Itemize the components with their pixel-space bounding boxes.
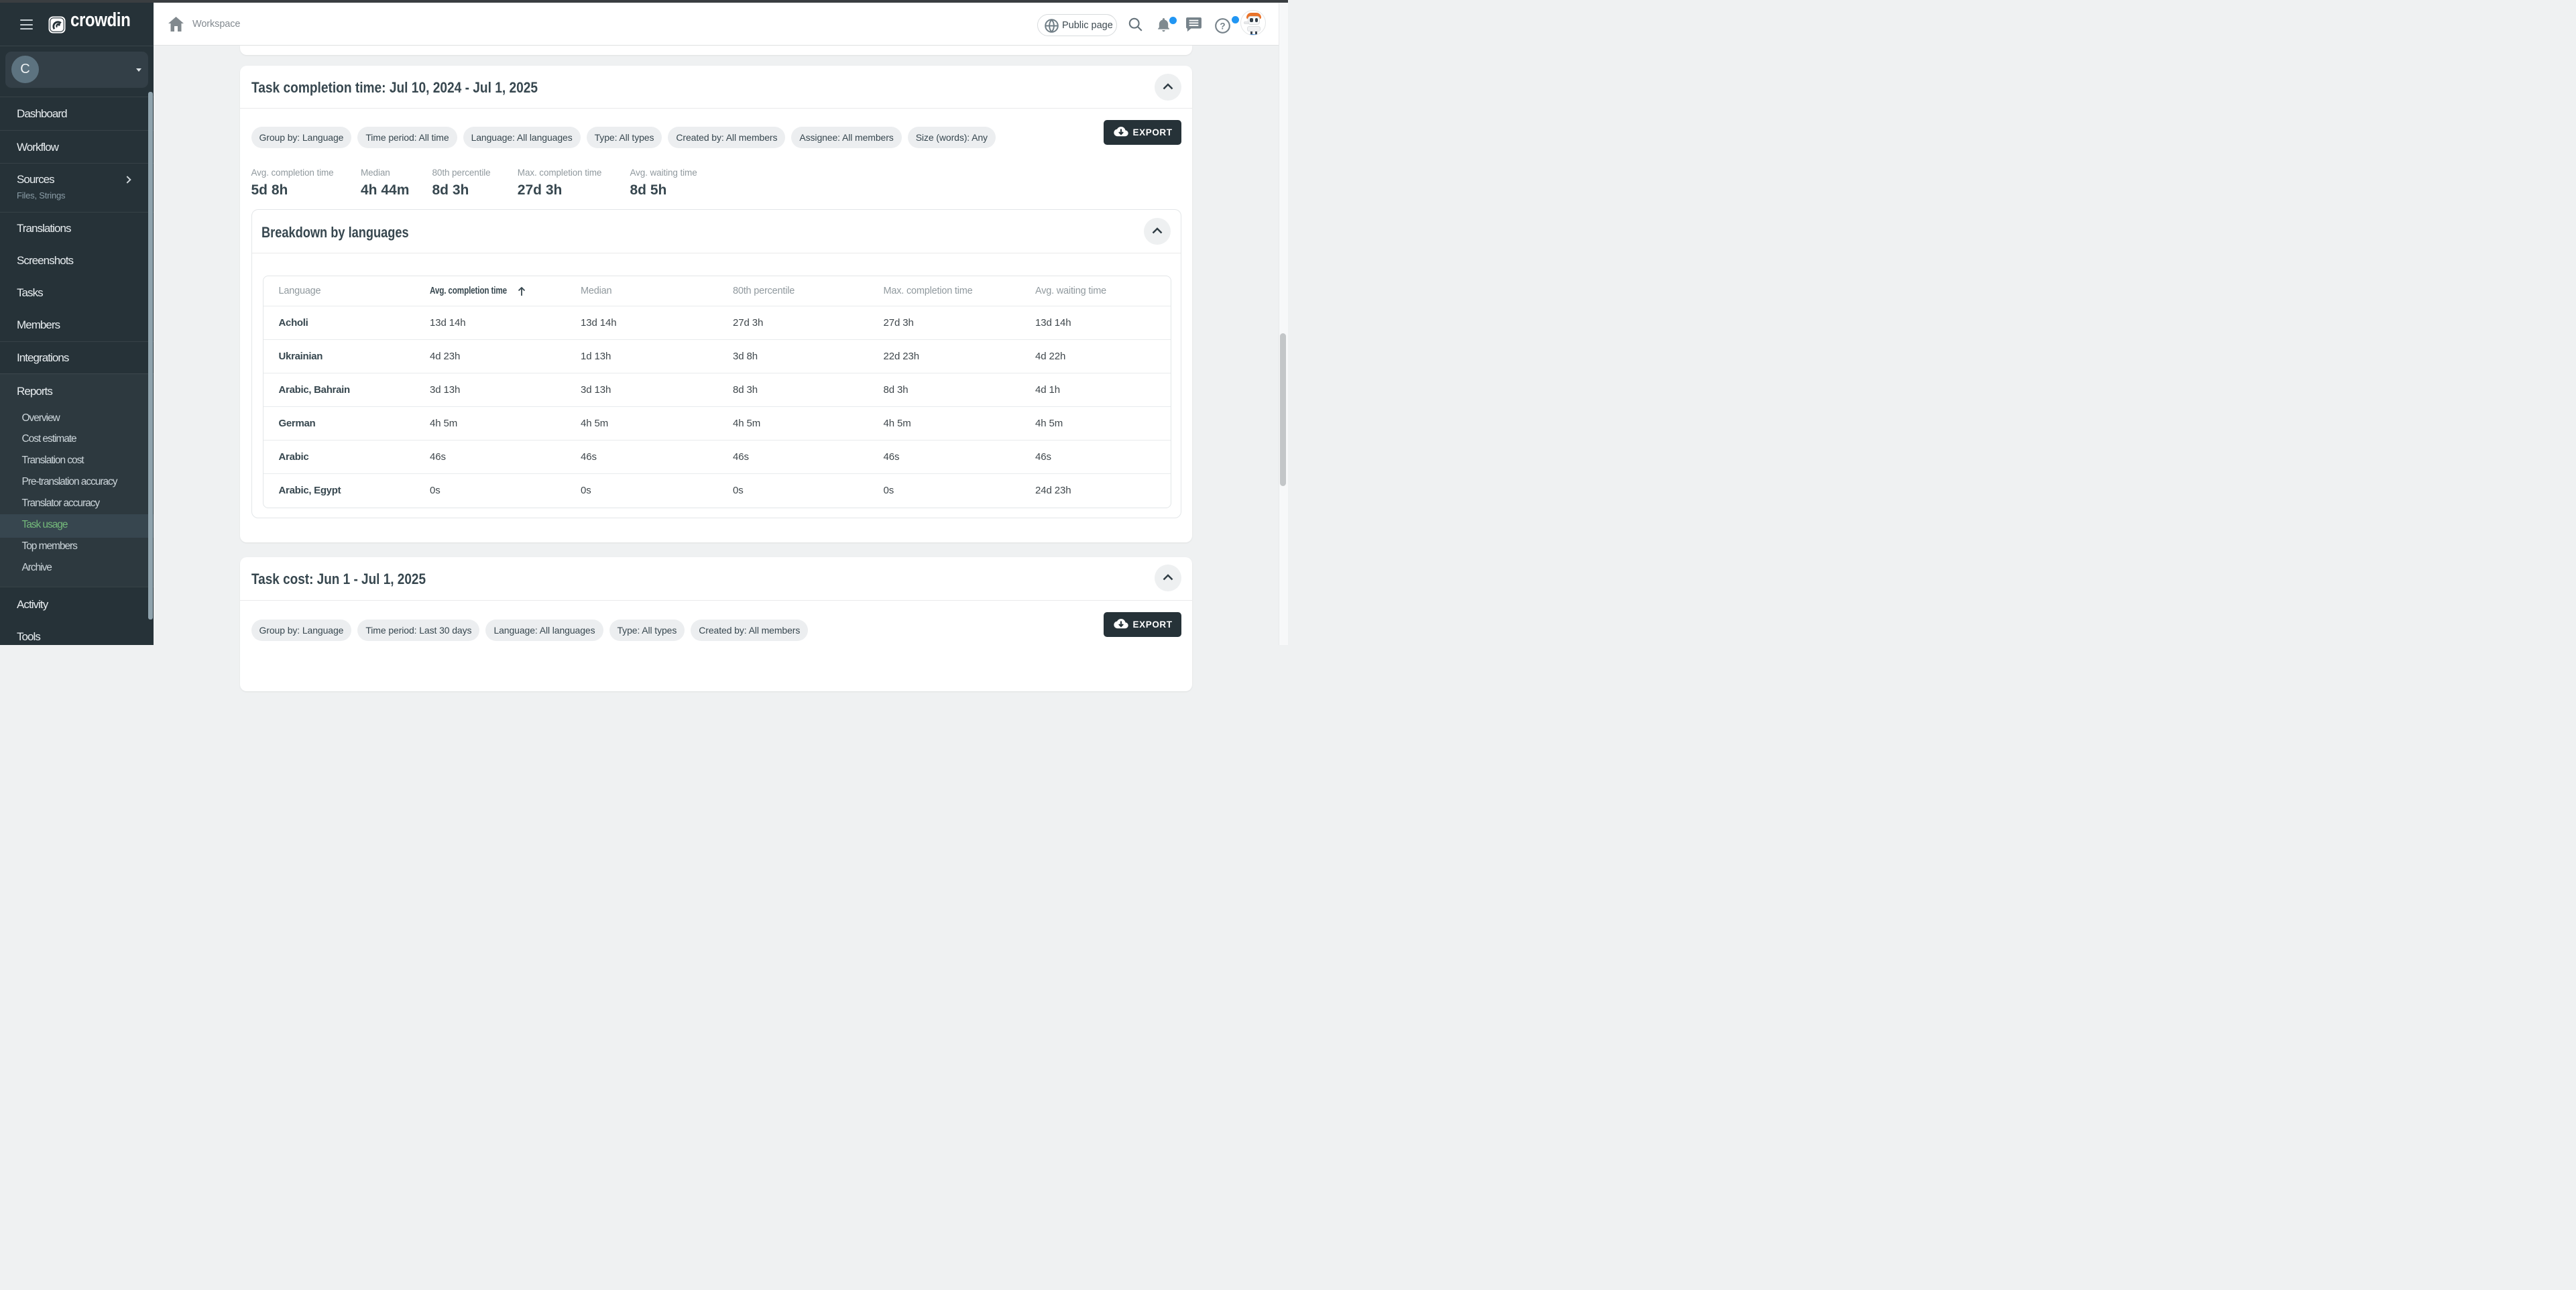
svg-text:?: ? (1220, 21, 1225, 31)
